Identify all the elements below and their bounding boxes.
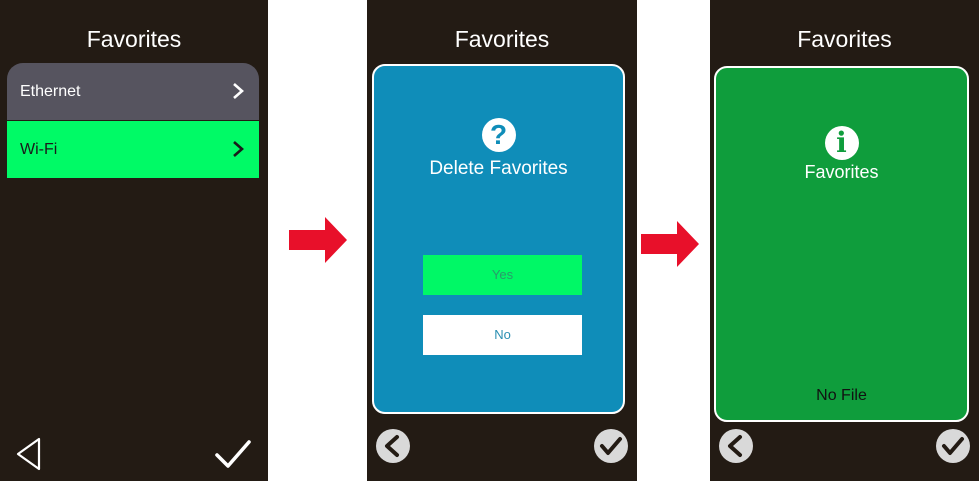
confirm-button[interactable] xyxy=(594,429,628,463)
list-item-label: Wi-Fi xyxy=(20,141,58,158)
check-icon[interactable] xyxy=(214,438,252,470)
dialog-message: Delete Favorites xyxy=(429,158,568,179)
confirm-button[interactable] xyxy=(936,429,970,463)
back-triangle-icon[interactable] xyxy=(15,436,43,472)
list-item-ethernet[interactable]: Ethernet xyxy=(7,63,259,120)
confirm-dialog: ? Delete Favorites Yes No xyxy=(372,64,625,414)
favorites-result-screen: Favorites i Favorites No File xyxy=(710,0,979,481)
chevron-left-icon xyxy=(385,435,399,457)
delete-favorites-screen: Favorites ? Delete Favorites Yes No xyxy=(367,0,637,481)
no-button[interactable]: No xyxy=(423,315,582,355)
list-item-wifi[interactable]: Wi-Fi xyxy=(7,121,259,178)
yes-button[interactable]: Yes xyxy=(423,255,582,295)
arrow-right-icon xyxy=(641,221,699,267)
dialog-message: Favorites xyxy=(804,162,879,182)
check-icon xyxy=(600,437,622,455)
info-icon: i xyxy=(824,126,859,160)
back-button[interactable] xyxy=(719,429,753,463)
check-icon xyxy=(942,437,964,455)
info-dialog: i Favorites No File xyxy=(714,66,969,422)
chevron-left-icon xyxy=(728,435,742,457)
back-button[interactable] xyxy=(376,429,410,463)
status-text: No File xyxy=(816,387,867,404)
screen-title: Favorites xyxy=(797,26,892,52)
screen-title: Favorites xyxy=(454,26,550,52)
chevron-right-icon xyxy=(233,83,244,99)
screen-title: Favorites xyxy=(86,26,182,52)
favorites-list-screen: Favorites Ethernet Wi-Fi xyxy=(0,0,268,481)
arrow-right-icon xyxy=(289,217,347,263)
list-item-label: Ethernet xyxy=(20,83,81,100)
question-icon: ? xyxy=(481,118,516,152)
info-glyph: i xyxy=(836,126,847,159)
chevron-right-icon xyxy=(233,141,244,157)
question-glyph: ? xyxy=(489,119,508,150)
